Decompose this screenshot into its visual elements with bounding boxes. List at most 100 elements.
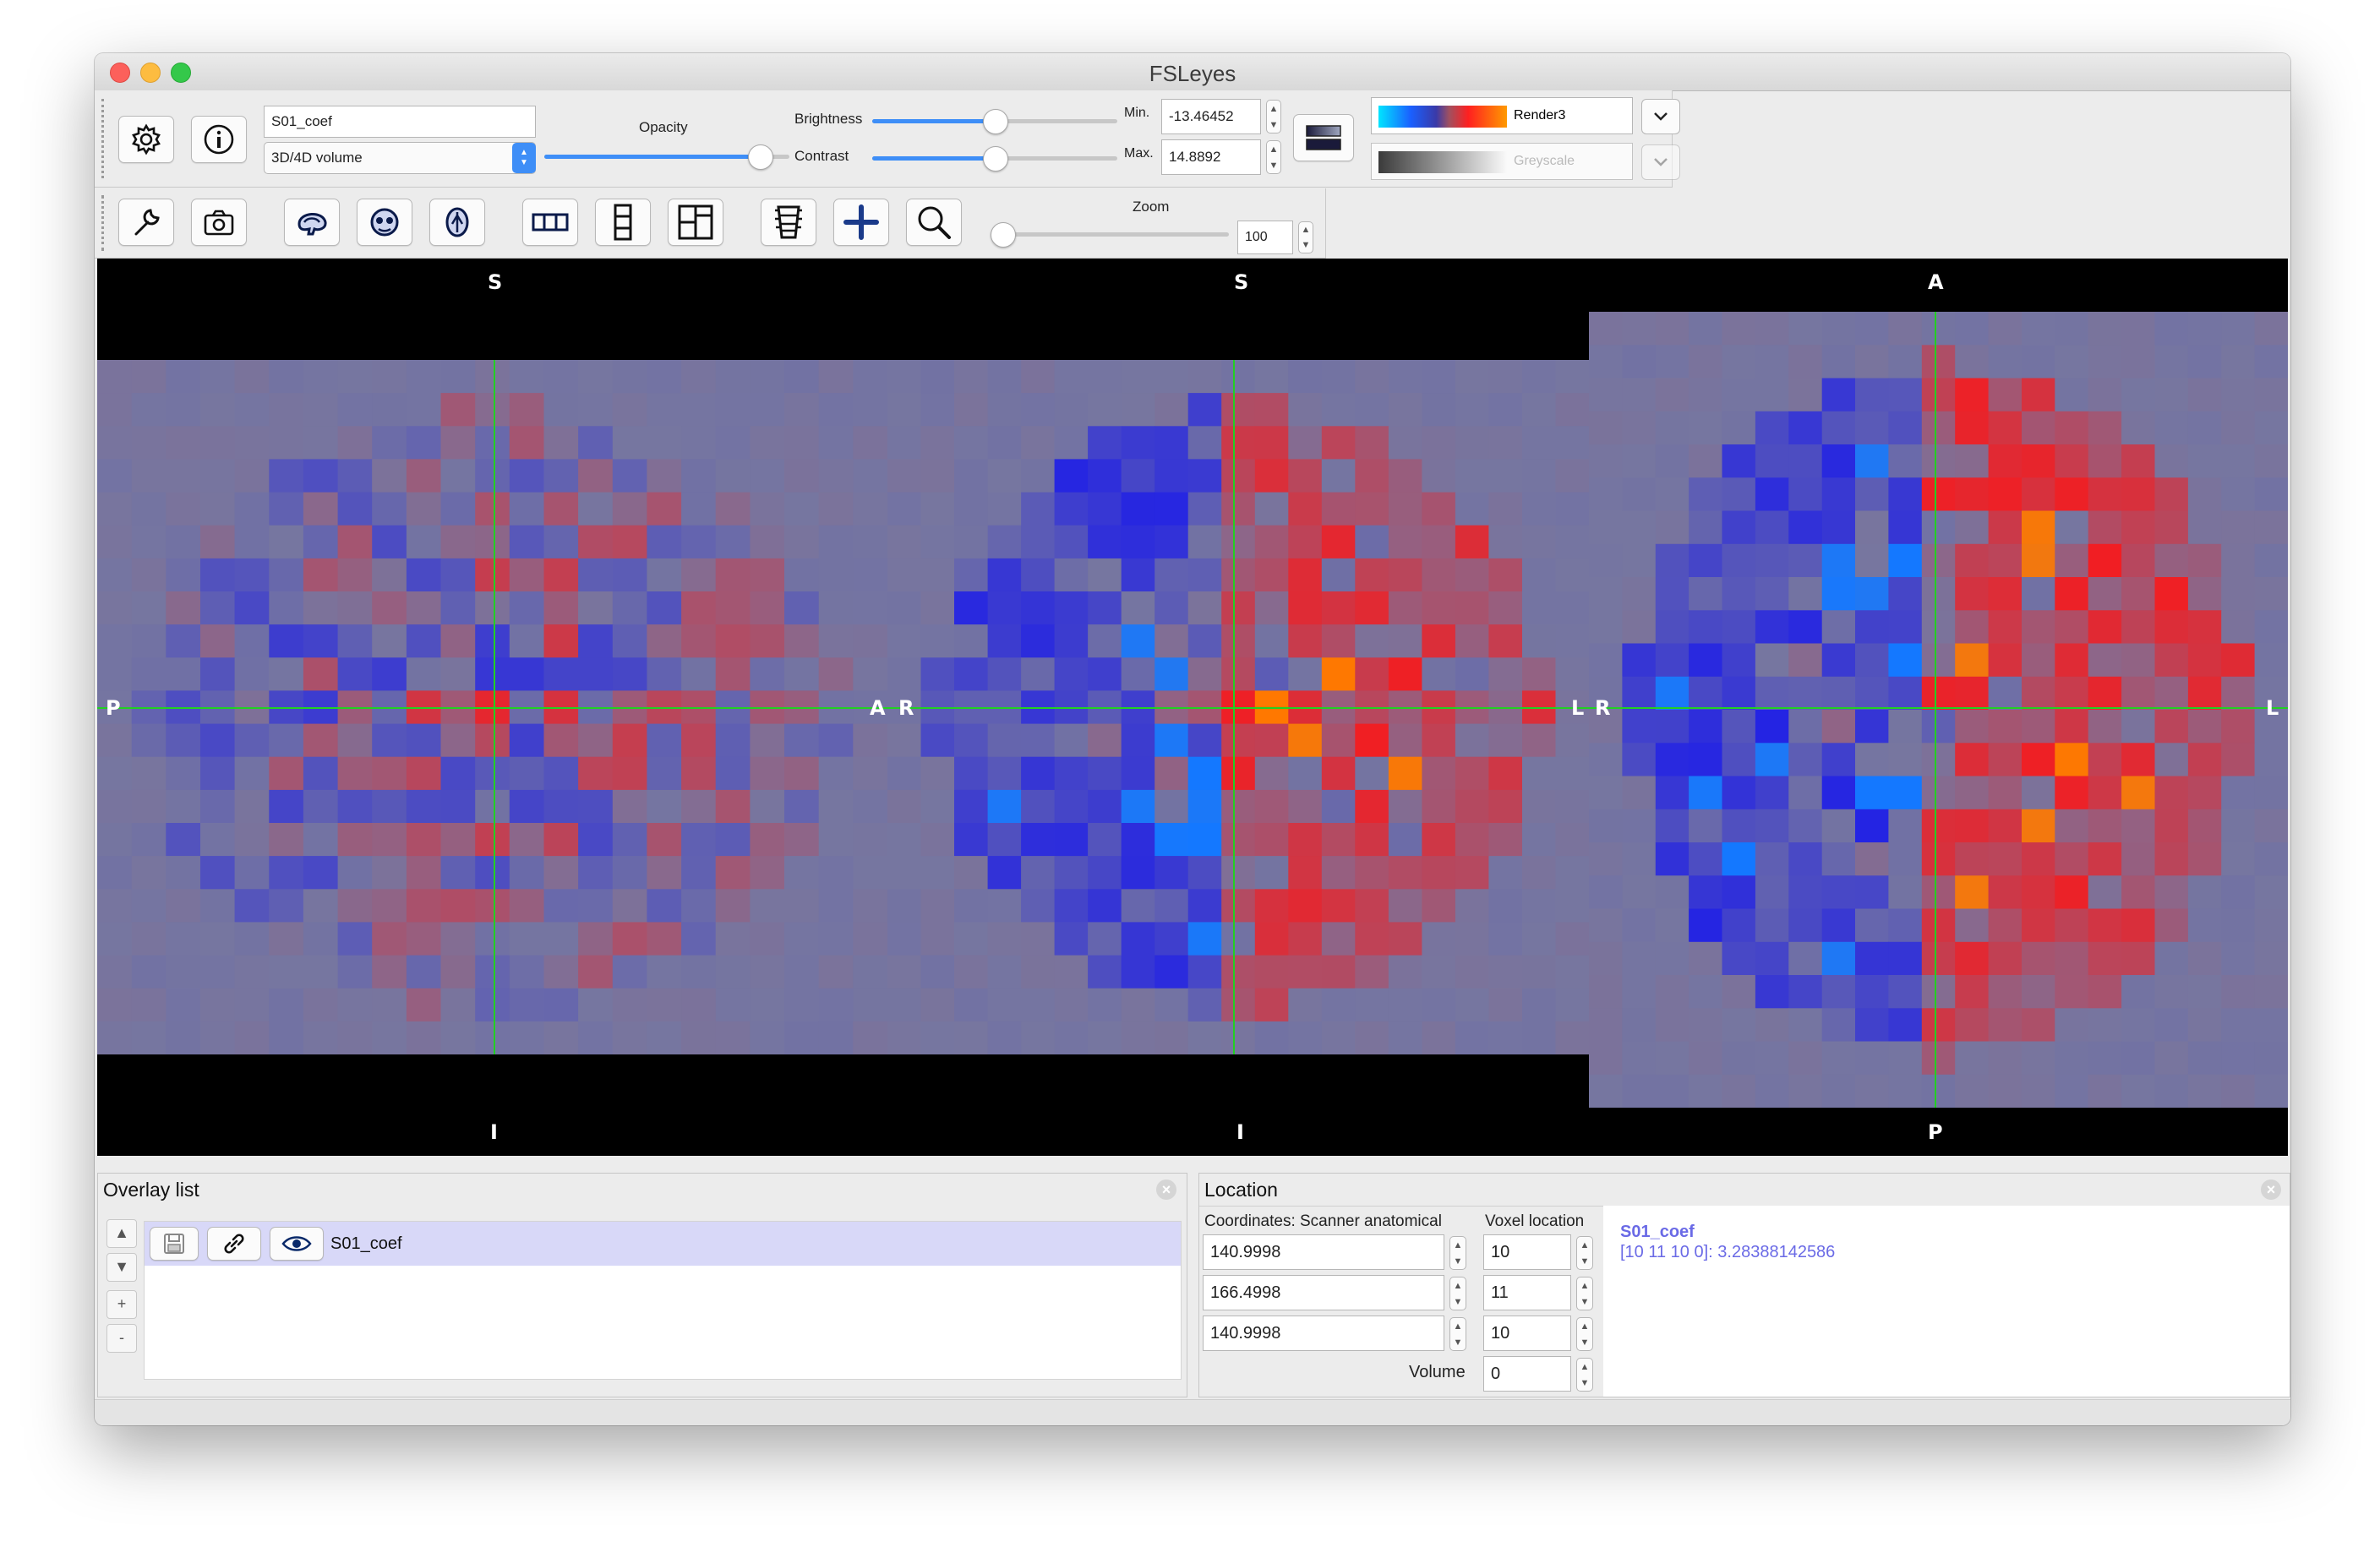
voxel [853,492,887,526]
toolbar-grip[interactable] [101,99,109,178]
coronal-slice-image[interactable] [887,360,1589,1054]
voxel [578,624,614,658]
min-value-field[interactable]: -13.46452 [1161,99,1261,134]
toggle-coronal-button[interactable] [357,199,412,246]
voxel [1422,459,1456,493]
add-overlay-button[interactable]: + [106,1290,137,1319]
voxel [543,624,579,658]
voxel [1755,643,1789,678]
negative-colormap-dropdown[interactable] [1641,144,1680,180]
voxel [543,426,579,460]
sagittal-view[interactable] [97,360,887,1054]
save-overlay-button[interactable] [150,1227,199,1261]
voxel [987,525,1022,559]
max-value-field[interactable]: 14.8892 [1161,139,1261,175]
voxel-y-field[interactable]: 11 [1483,1275,1571,1310]
layout-grid-button[interactable] [668,199,723,246]
overlay-info-button[interactable] [191,116,247,163]
voxel-x-stepper[interactable]: ▲ ▼ [1576,1236,1593,1270]
link-overlay-button[interactable] [207,1227,261,1261]
coordinate-y-field[interactable]: 166.4998 [1203,1275,1444,1310]
min-value-stepper[interactable]: ▲ ▼ [1266,100,1281,133]
sagittal-left-label: P [106,696,121,720]
voxel [1021,889,1056,923]
voxel [166,492,201,526]
coordinate-z-field[interactable]: 140.9998 [1203,1316,1444,1351]
zoom-button[interactable] [906,199,962,246]
voxel [715,922,751,956]
primary-colormap-dropdown[interactable] [1641,99,1680,134]
close-overlay-list-button[interactable]: × [1156,1179,1176,1200]
volume-field[interactable]: 0 [1483,1356,1571,1392]
toggle-sagittal-button[interactable] [284,199,340,246]
view-settings-button[interactable] [118,199,174,246]
overlay-name-field[interactable]: S01_coef [264,106,536,138]
overlay-type-dropdown-arrow[interactable]: ▲ ▼ [512,143,536,173]
voxel [131,723,166,758]
sagittal-slice-image[interactable] [97,360,887,1054]
move-overlay-down-button[interactable]: ▼ [106,1253,137,1282]
voxel [372,624,407,658]
overlay-type-select[interactable]: 3D/4D volume [264,142,536,174]
voxel [1355,459,1389,493]
voxel [372,723,407,758]
overlay-settings-button[interactable] [118,116,174,163]
overlay-list-item[interactable]: S01_coef [145,1222,1181,1266]
voxel [1121,591,1155,625]
coronal-view[interactable] [887,360,1589,1054]
screenshot-button[interactable] [191,199,247,246]
zoom-stepper[interactable]: ▲ ▼ [1298,221,1313,253]
axial-slice-image[interactable] [1589,312,2288,1108]
opacity-slider-knob[interactable] [748,144,774,170]
voxel [200,922,236,956]
toggle-cursor-button[interactable] [833,199,889,246]
zoom-slider-knob[interactable] [991,222,1016,248]
toggle-overlay-visibility-button[interactable] [270,1227,324,1261]
coordinate-z-stepper[interactable]: ▲ ▼ [1449,1317,1466,1351]
voxel [475,988,510,1022]
voxel [543,1021,579,1054]
primary-colormap-select[interactable]: Render3 [1371,97,1633,134]
contrast-slider-knob[interactable] [983,146,1008,172]
voxel [853,756,887,791]
layout-horizontal-button[interactable] [522,199,578,246]
invert-colormap-button[interactable] [1293,114,1354,161]
remove-overlay-button[interactable]: - [106,1324,137,1353]
coordinate-x-field[interactable]: 140.9998 [1203,1234,1444,1270]
voxel [1855,1074,1889,1108]
voxel [1855,743,1889,777]
voxel-z-stepper[interactable]: ▲ ▼ [1576,1317,1593,1351]
voxel [440,591,476,625]
zoom-field[interactable]: 100 [1237,221,1293,254]
move-overlay-up-button[interactable]: ▲ [106,1219,137,1248]
toggle-axial-button[interactable] [429,199,485,246]
max-value-stepper[interactable]: ▲ ▼ [1266,140,1281,174]
layout-vertical-button[interactable] [595,199,651,246]
voxel-y-stepper[interactable]: ▲ ▼ [1576,1277,1593,1310]
negative-colormap-select[interactable]: Greyscale [1371,143,1633,180]
ortho-canvas[interactable]: S I P A S I R L A P R L [97,259,2288,1156]
toolbar-grip[interactable] [101,195,109,251]
voxel [303,889,339,923]
voxel [1388,955,1422,989]
voxel [440,1021,476,1054]
coordinate-x-stepper[interactable]: ▲ ▼ [1449,1236,1466,1270]
coordinate-y-stepper[interactable]: ▲ ▼ [1449,1277,1466,1310]
brightness-slider-knob[interactable] [983,109,1008,134]
voxel-x-field[interactable]: 10 [1483,1234,1571,1270]
voxel [578,591,614,625]
voxel [1722,312,1756,346]
voxel [2221,477,2256,512]
voxel [1187,723,1222,758]
voxel [269,525,304,559]
close-location-button[interactable]: × [2261,1179,2281,1200]
voxel [818,426,854,460]
voxel [818,856,854,890]
axial-view[interactable] [1589,312,2288,1108]
movie-mode-button[interactable] [761,199,816,246]
voxel [543,558,579,592]
overlay-list[interactable]: S01_coef [144,1221,1182,1380]
volume-stepper[interactable]: ▲ ▼ [1576,1358,1593,1392]
voxel [2088,378,2122,412]
voxel-z-field[interactable]: 10 [1483,1316,1571,1351]
